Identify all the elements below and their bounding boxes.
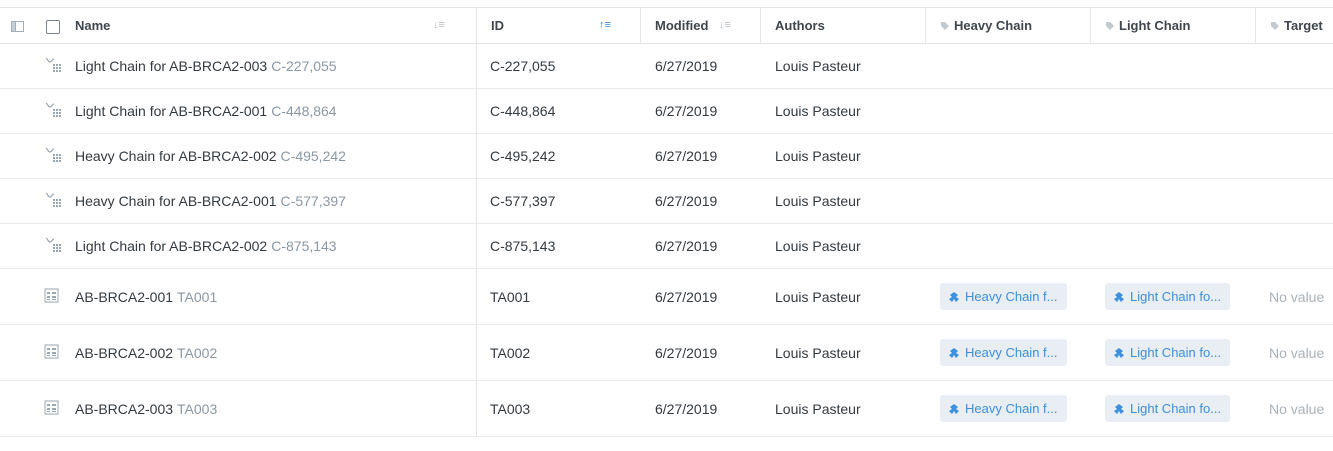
sequence-icon xyxy=(44,236,62,254)
entity-table-icon xyxy=(44,344,62,362)
entity-id-label: C-875,143 xyxy=(271,238,337,254)
column-header-target[interactable]: Target xyxy=(1256,8,1333,43)
heavy-chain-link-chip[interactable]: Heavy Chain f... xyxy=(940,283,1067,310)
sequence-icon xyxy=(44,56,62,74)
column-header-id[interactable]: ID ↑≡ xyxy=(477,8,641,43)
entity-id-label: TA003 xyxy=(177,400,218,417)
entity-table-icon xyxy=(44,288,62,306)
tag-icon xyxy=(1270,9,1280,44)
cell-modified: 6/27/2019 xyxy=(655,58,718,74)
cell-id: TA001 xyxy=(490,288,531,305)
cell-target: No value xyxy=(1269,400,1325,417)
cell-modified: 6/27/2019 xyxy=(655,400,718,417)
link-entity-icon xyxy=(949,291,959,302)
table-row[interactable]: Light Chain for AB-BRCA2-001 C-448,864 C-… xyxy=(0,89,1333,134)
entity-id-label: C-227,055 xyxy=(271,58,337,74)
cell-author: Louis Pasteur xyxy=(775,103,861,119)
cell-id: C-495,242 xyxy=(490,148,556,164)
sort-icon[interactable]: ↓≡ xyxy=(433,8,445,43)
cell-id: TA002 xyxy=(490,344,531,361)
cell-name[interactable]: Light Chain for AB-BRCA2-002 C-875,143 xyxy=(75,224,337,268)
cell-modified: 6/27/2019 xyxy=(655,288,718,305)
light-chain-link-chip[interactable]: Light Chain fo... xyxy=(1105,395,1231,422)
link-entity-icon xyxy=(1114,347,1124,358)
cell-modified: 6/27/2019 xyxy=(655,193,718,209)
cell-id: C-448,864 xyxy=(490,103,556,119)
cell-light-chain: Light Chain fo... xyxy=(1105,381,1231,436)
cell-author: Louis Pasteur xyxy=(775,148,861,164)
cell-author: Louis Pasteur xyxy=(775,193,861,209)
cell-target: No value xyxy=(1269,344,1325,361)
cell-author: Louis Pasteur xyxy=(775,344,861,361)
entity-id-label: C-448,864 xyxy=(271,103,337,119)
column-header-heavy-chain[interactable]: Heavy Chain xyxy=(926,8,1091,43)
tag-icon xyxy=(1105,9,1115,44)
cell-author: Louis Pasteur xyxy=(775,288,861,305)
table-row[interactable]: Light Chain for AB-BRCA2-002 C-875,143 C-… xyxy=(0,224,1333,269)
heavy-chain-link-chip[interactable]: Heavy Chain f... xyxy=(940,339,1067,366)
cell-heavy-chain: Heavy Chain f... xyxy=(940,381,1067,436)
cell-heavy-chain: Heavy Chain f... xyxy=(940,269,1067,324)
cell-name[interactable]: AB-BRCA2-003 TA003 xyxy=(75,381,217,436)
cell-name[interactable]: Light Chain for AB-BRCA2-001 C-448,864 xyxy=(75,89,337,133)
table-row[interactable]: AB-BRCA2-001 TA001 TA001 6/27/2019 Louis … xyxy=(0,269,1333,325)
table-row[interactable]: Heavy Chain for AB-BRCA2-001 C-577,397 C-… xyxy=(0,179,1333,224)
cell-author: Louis Pasteur xyxy=(775,58,861,74)
light-chain-link-chip[interactable]: Light Chain fo... xyxy=(1105,283,1231,310)
cell-id: C-875,143 xyxy=(490,238,556,254)
cell-light-chain: Light Chain fo... xyxy=(1105,325,1231,380)
column-header-name[interactable]: Name ↓≡ xyxy=(61,8,477,43)
sequence-icon xyxy=(44,101,62,119)
cell-name[interactable]: AB-BRCA2-001 TA001 xyxy=(75,269,217,324)
table-row[interactable]: Heavy Chain for AB-BRCA2-002 C-495,242 C-… xyxy=(0,134,1333,179)
cell-heavy-chain: Heavy Chain f... xyxy=(940,325,1067,380)
cell-target: No value xyxy=(1269,288,1325,305)
column-toggle-icon[interactable] xyxy=(11,19,24,37)
link-entity-icon xyxy=(949,403,959,414)
heavy-chain-link-chip[interactable]: Heavy Chain f... xyxy=(940,395,1067,422)
sort-ascending-icon[interactable]: ↑≡ xyxy=(599,8,611,43)
entity-id-label: C-577,397 xyxy=(280,193,346,209)
entity-id-label: TA002 xyxy=(177,344,218,361)
table-header: Name ↓≡ ID ↑≡ Modified ↓≡ Authors Heavy … xyxy=(0,7,1333,44)
cell-modified: 6/27/2019 xyxy=(655,344,718,361)
tag-icon xyxy=(940,9,950,44)
entity-id-label: TA001 xyxy=(177,288,218,305)
light-chain-link-chip[interactable]: Light Chain fo... xyxy=(1105,339,1231,366)
column-header-modified[interactable]: Modified ↓≡ xyxy=(641,8,761,43)
cell-modified: 6/27/2019 xyxy=(655,148,718,164)
cell-id: TA003 xyxy=(490,400,531,417)
cell-name[interactable]: Heavy Chain for AB-BRCA2-002 C-495,242 xyxy=(75,134,346,178)
link-entity-icon xyxy=(949,347,959,358)
table-row[interactable]: AB-BRCA2-003 TA003 TA003 6/27/2019 Louis … xyxy=(0,381,1333,437)
cell-id: C-227,055 xyxy=(490,58,556,74)
column-header-light-chain[interactable]: Light Chain xyxy=(1091,8,1256,43)
entity-table-icon xyxy=(44,400,62,418)
link-entity-icon xyxy=(1114,403,1124,414)
table-row[interactable]: Light Chain for AB-BRCA2-003 C-227,055 C-… xyxy=(0,44,1333,89)
cell-name[interactable]: Light Chain for AB-BRCA2-003 C-227,055 xyxy=(75,44,337,88)
pinned-column-divider xyxy=(476,7,477,437)
sort-icon[interactable]: ↓≡ xyxy=(719,8,731,43)
cell-name[interactable]: AB-BRCA2-002 TA002 xyxy=(75,325,217,380)
cell-author: Louis Pasteur xyxy=(775,238,861,254)
table-row[interactable]: AB-BRCA2-002 TA002 TA002 6/27/2019 Louis … xyxy=(0,325,1333,381)
cell-id: C-577,397 xyxy=(490,193,556,209)
cell-modified: 6/27/2019 xyxy=(655,103,718,119)
cell-light-chain: Light Chain fo... xyxy=(1105,269,1231,324)
cell-author: Louis Pasteur xyxy=(775,400,861,417)
entity-id-label: C-495,242 xyxy=(280,148,346,164)
cell-name[interactable]: Heavy Chain for AB-BRCA2-001 C-577,397 xyxy=(75,179,346,223)
select-all-checkbox[interactable] xyxy=(46,20,60,34)
link-entity-icon xyxy=(1114,291,1124,302)
column-header-authors[interactable]: Authors xyxy=(761,8,926,43)
sequence-icon xyxy=(44,146,62,164)
cell-modified: 6/27/2019 xyxy=(655,238,718,254)
sequence-icon xyxy=(44,191,62,209)
